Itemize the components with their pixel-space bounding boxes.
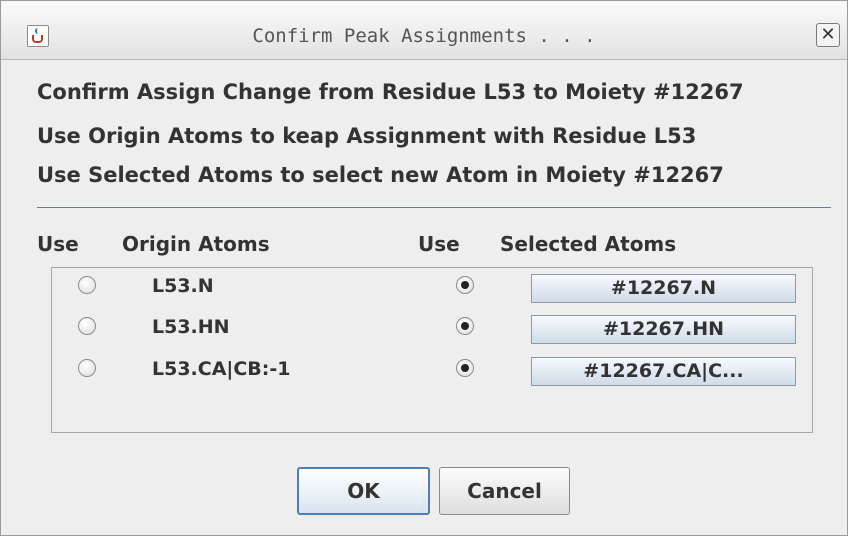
selected-radio[interactable]	[456, 359, 474, 377]
origin-radio[interactable]	[78, 359, 96, 377]
cancel-button[interactable]: Cancel	[439, 467, 570, 515]
origin-atoms-header: Origin Atoms	[122, 232, 270, 256]
confirm-message: Confirm Assign Change from Residue L53 t…	[37, 80, 744, 104]
use-origin-header: Use	[37, 232, 79, 256]
assignment-row: L53.CA|CB:-1 #12267.CA|C...	[52, 354, 812, 390]
ok-button[interactable]: OK	[297, 467, 430, 515]
atom-assignment-panel: L53.N #12267.N L53.HN #12267.HN L53.CA|C…	[51, 267, 813, 433]
origin-atom-label: L53.CA|CB:-1	[152, 358, 291, 380]
origin-radio[interactable]	[78, 317, 96, 335]
origin-atom-label: L53.HN	[152, 316, 230, 338]
selected-atoms-header: Selected Atoms	[500, 232, 677, 256]
origin-hint-message: Use Origin Atoms to keap Assignment with…	[37, 124, 697, 148]
separator	[37, 207, 831, 208]
selected-atom-button[interactable]: #12267.HN	[531, 315, 796, 344]
window-title: Confirm Peak Assignments . . .	[252, 25, 596, 47]
title-bar[interactable]: Confirm Peak Assignments . . . ✕	[1, 1, 847, 60]
selected-radio[interactable]	[456, 317, 474, 335]
origin-atom-label: L53.N	[152, 275, 214, 297]
use-selected-header: Use	[418, 232, 460, 256]
selected-radio[interactable]	[456, 276, 474, 294]
selected-atom-button[interactable]: #12267.CA|C...	[531, 357, 796, 386]
confirm-peak-assignments-dialog: Confirm Peak Assignments . . . ✕ Confirm…	[0, 0, 848, 536]
close-button[interactable]: ✕	[816, 23, 840, 47]
assignment-row: L53.HN #12267.HN	[52, 312, 812, 348]
selected-atom-button[interactable]: #12267.N	[531, 274, 796, 303]
selected-hint-message: Use Selected Atoms to select new Atom in…	[37, 163, 724, 187]
assignment-row: L53.N #12267.N	[52, 271, 812, 307]
origin-radio[interactable]	[78, 276, 96, 294]
